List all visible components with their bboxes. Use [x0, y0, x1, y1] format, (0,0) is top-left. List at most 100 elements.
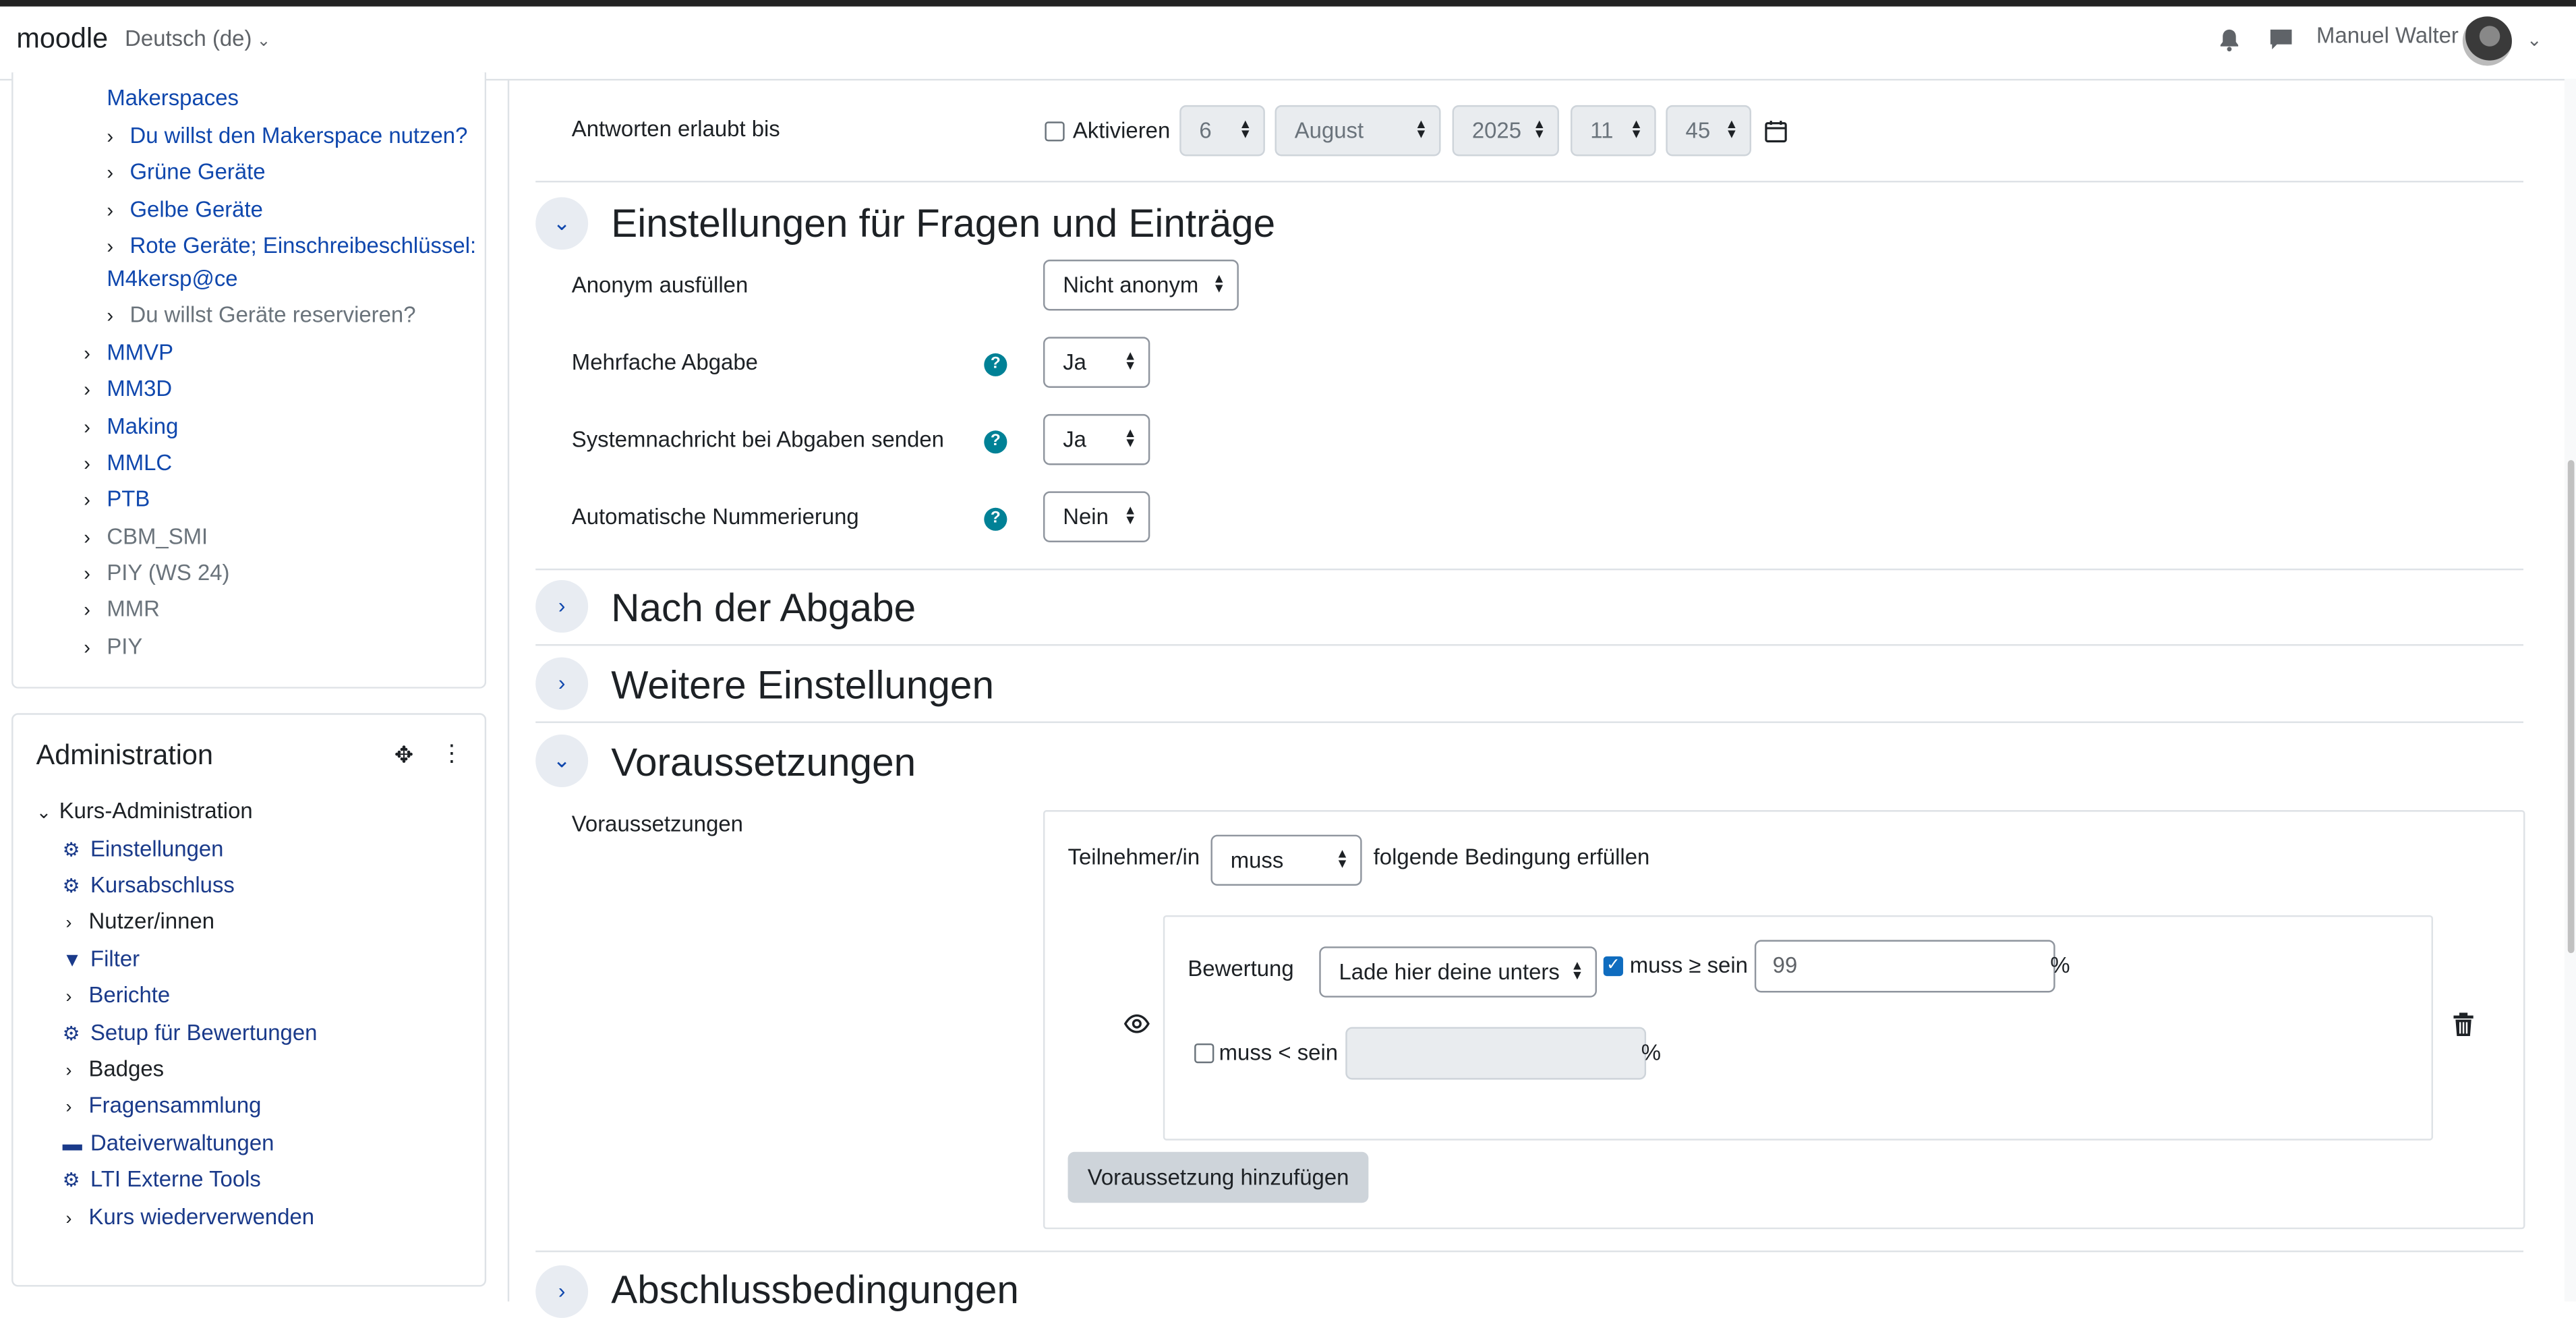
tree-item-label: Grüne Geräte	[129, 159, 266, 184]
calendar-icon[interactable]	[1764, 120, 1787, 143]
expand-chevron-icon[interactable]: ›	[535, 657, 589, 710]
section-title-after-submission[interactable]: Nach der Abgabe	[611, 587, 916, 633]
chevron-down-icon: ⌄	[256, 32, 271, 51]
section-title-restrictions[interactable]: Voraussetzungen	[611, 741, 916, 787]
messages-icon[interactable]	[2268, 28, 2293, 51]
tree-item[interactable]: › MM3D	[84, 373, 172, 406]
navbar	[0, 6, 2576, 81]
select-arrows-icon: ▲ ▼	[1123, 503, 1137, 528]
anonymous-select[interactable]: Nicht anonym ▲ ▼	[1043, 259, 1239, 311]
administration-title: Administration	[36, 739, 214, 771]
gear-icon: ⚙	[62, 874, 80, 898]
admin-root[interactable]: ⌄ Kurs-Administration	[36, 799, 253, 824]
chevron-right-icon: ›	[107, 125, 114, 148]
tree-item[interactable]: › MMLC	[84, 447, 172, 480]
year-select[interactable]: 2025 ▲ ▼	[1452, 105, 1559, 156]
admin-item-nutzer[interactable]: › Nutzer/innen	[65, 909, 214, 934]
restrictions-label: Voraussetzungen	[571, 811, 743, 837]
tree-item[interactable]: › MMVP	[84, 337, 173, 370]
section-title-questions[interactable]: Einstellungen für Fragen und Einträge	[611, 202, 1275, 248]
chevron-right-icon: ›	[65, 1061, 72, 1082]
tree-item[interactable]: › Grüne Geräte	[107, 156, 265, 189]
tree-item[interactable]: › Rote Geräte; Einschreibeschlüssel:	[107, 230, 476, 263]
tree-item-label: Rote Geräte; Einschreibeschlüssel:	[129, 233, 477, 258]
tree-item[interactable]: › MMR	[84, 593, 160, 626]
minute-select[interactable]: 45 ▲ ▼	[1666, 105, 1751, 156]
trash-icon[interactable]	[2453, 1012, 2474, 1037]
chevron-right-icon: ›	[84, 525, 90, 549]
tree-item[interactable]: M4kersp@ce	[107, 263, 237, 294]
notifications-bell-icon[interactable]	[2218, 28, 2241, 53]
eye-icon[interactable]	[1123, 1014, 1150, 1033]
admin-item-kursabschluss[interactable]: ⚙ Kursabschluss	[63, 873, 235, 898]
tree-item[interactable]: › CBM_SMI	[84, 521, 208, 554]
hour-select[interactable]: 11 ▲ ▼	[1571, 105, 1656, 156]
month-select[interactable]: August ▲ ▼	[1275, 105, 1441, 156]
avatar[interactable]	[2462, 16, 2512, 66]
admin-item-label: Filter	[90, 946, 140, 971]
collapse-chevron-icon[interactable]: ⌄	[535, 734, 589, 787]
admin-item-einstellungen[interactable]: ⚙ Einstellungen	[63, 836, 224, 861]
min-grade-checkbox[interactable]: ✓	[1603, 956, 1623, 977]
grade-item-select[interactable]: Lade hier deine unters ▲ ▼	[1319, 946, 1597, 998]
chevron-down-icon: ⌄	[36, 803, 52, 824]
admin-item-filter[interactable]: ▼ Filter	[63, 946, 140, 971]
admin-item-kurs-wiederverwenden[interactable]: › Kurs wiederverwenden	[65, 1205, 314, 1230]
site-logo[interactable]: moodle	[16, 23, 108, 56]
tree-item[interactable]: › PIY (WS 24)	[84, 557, 229, 590]
admin-item-badges[interactable]: › Badges	[65, 1056, 164, 1081]
scrollbar-thumb[interactable]	[2567, 460, 2575, 953]
month-value: August	[1294, 118, 1364, 143]
enable-label: Aktivieren	[1072, 118, 1171, 143]
chevron-right-icon: ›	[107, 235, 114, 258]
multiple-select[interactable]: Ja ▲ ▼	[1043, 337, 1150, 388]
section-divider	[535, 721, 2524, 723]
tree-item[interactable]: › Gelbe Geräte	[107, 194, 263, 227]
admin-item-fragensammlung[interactable]: › Fragensammlung	[65, 1093, 261, 1118]
percent-sign: %	[1641, 1040, 1662, 1065]
expand-chevron-icon[interactable]: ›	[535, 1265, 589, 1318]
tree-item[interactable]: Makerspaces	[107, 82, 239, 113]
help-icon[interactable]: ?	[984, 353, 1007, 376]
min-grade-input[interactable]: 99	[1754, 940, 2055, 993]
day-select[interactable]: 6 ▲ ▼	[1179, 105, 1265, 156]
max-grade-checkbox[interactable]	[1194, 1043, 1214, 1064]
tree-item[interactable]: › Making	[84, 411, 178, 444]
storage-icon: ▬	[62, 1132, 82, 1155]
language-menu[interactable]: Deutsch (de) ⌄	[125, 26, 270, 51]
tree-item[interactable]: › Du willst Geräte reservieren?	[107, 299, 415, 332]
help-icon[interactable]: ?	[984, 430, 1007, 454]
help-icon[interactable]: ?	[984, 507, 1007, 531]
section-title-completion[interactable]: Abschlussbedingungen	[611, 1269, 1019, 1315]
kebab-menu-icon[interactable]: ⋮	[440, 739, 463, 767]
tree-item[interactable]: › Du willst den Makerspace nutzen?	[107, 120, 467, 153]
section-divider	[535, 1250, 2524, 1253]
collapse-chevron-icon[interactable]: ⌄	[535, 197, 589, 250]
section-divider	[535, 180, 2524, 183]
chevron-down-icon[interactable]: ⌄	[2527, 30, 2542, 51]
numbering-label: Automatische Nummerierung	[571, 504, 859, 529]
chevron-right-icon: ›	[84, 451, 90, 476]
user-name[interactable]: Manuel Walter	[2316, 23, 2459, 48]
admin-item-berichte[interactable]: › Berichte	[65, 983, 170, 1008]
expand-chevron-icon[interactable]: ›	[535, 579, 589, 633]
hour-value: 11	[1590, 118, 1614, 143]
numbering-select[interactable]: Nein ▲ ▼	[1043, 491, 1150, 542]
must-select[interactable]: muss ▲ ▼	[1210, 834, 1362, 886]
notify-select[interactable]: Ja ▲ ▼	[1043, 413, 1150, 465]
tree-item-label: Gelbe Geräte	[129, 197, 263, 222]
max-grade-input[interactable]	[1345, 1027, 1647, 1080]
tree-item-label: Du willst den Makerspace nutzen?	[129, 123, 468, 148]
tree-item[interactable]: › PIY	[84, 631, 142, 664]
enable-checkbox[interactable]	[1045, 121, 1065, 142]
admin-item-setup-bewertungen[interactable]: ⚙ Setup für Bewertungen	[63, 1021, 318, 1045]
admin-item-lti[interactable]: ⚙ LTI Externe Tools	[63, 1167, 261, 1192]
add-restriction-button[interactable]: Voraussetzung hinzufügen	[1067, 1151, 1369, 1203]
admin-item-dateiverwaltungen[interactable]: ▬ Dateiverwaltungen	[63, 1130, 274, 1155]
select-arrows-icon: ▲ ▼	[1571, 958, 1584, 983]
section-title-more-settings[interactable]: Weitere Einstellungen	[611, 664, 994, 710]
move-icon[interactable]: ✥	[394, 741, 414, 769]
tree-item[interactable]: › PTB	[84, 483, 150, 516]
tree-item-label: M4kersp@ce	[107, 266, 238, 291]
anonymous-label: Anonym ausfüllen	[571, 273, 749, 297]
